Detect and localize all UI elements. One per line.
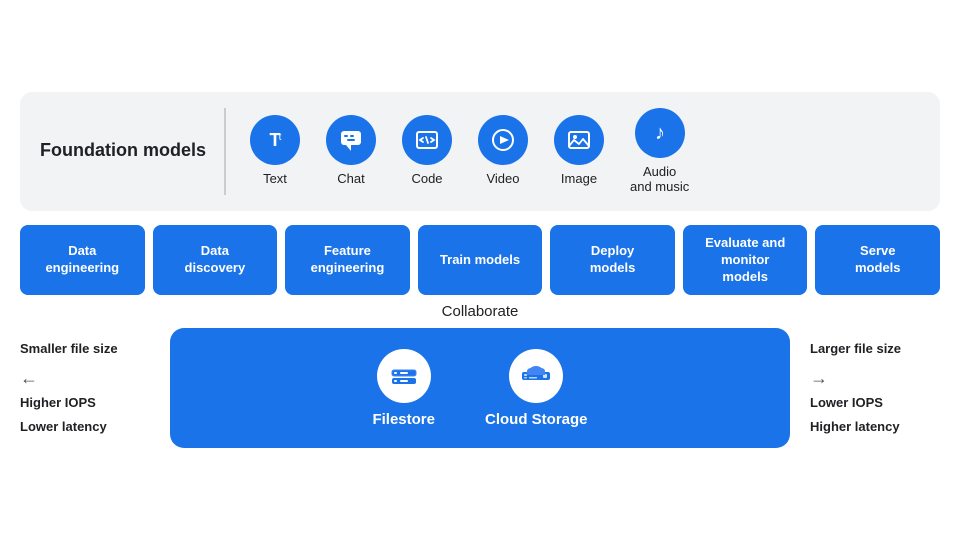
cloud-storage-label: Cloud Storage (485, 411, 588, 428)
svg-text:t: t (279, 132, 282, 143)
larger-file-size-label: Larger file size (810, 339, 901, 360)
icon-item-image: Image (554, 115, 604, 187)
cloud-storage-item: Cloud Storage (485, 349, 588, 428)
icon-item-video: Video (478, 115, 528, 187)
svg-text:♪: ♪ (655, 122, 665, 144)
icon-item-text: T t Text (250, 115, 300, 187)
pipeline-btn-data-discovery[interactable]: Datadiscovery (153, 225, 278, 296)
audio-label: Audio and music (630, 164, 689, 195)
pipeline-btn-serve-models[interactable]: Servemodels (815, 225, 940, 296)
icon-item-code: Code (402, 115, 452, 187)
main-diagram: Foundation models T t Text (20, 92, 940, 449)
icon-item-audio: ♪ Audio and music (630, 108, 689, 195)
filestore-label: Filestore (372, 411, 435, 428)
filestore-item: Filestore (372, 349, 435, 428)
foundation-icons: T t Text Chat (226, 108, 689, 195)
arrow-right-icon: → (810, 368, 828, 389)
pipeline-btn-data-engineering[interactable]: Dataengineering (20, 225, 145, 296)
filestore-icon (377, 349, 431, 403)
storage-section: Smaller file size ← Higher IOPS Lower la… (20, 328, 940, 448)
smaller-file-size-label: Smaller file size (20, 339, 150, 360)
pipeline-btn-evaluate-monitor[interactable]: Evaluate andmonitor models (683, 225, 808, 296)
chat-icon (326, 115, 376, 165)
higher-iops-label: Higher IOPS (20, 393, 150, 414)
chat-label: Chat (337, 171, 364, 187)
pipeline-btn-train-models[interactable]: Train models (418, 225, 543, 296)
storage-left-labels: Smaller file size ← Higher IOPS Lower la… (20, 339, 150, 438)
image-label: Image (561, 171, 597, 187)
pipeline-btn-deploy-models[interactable]: Deploymodels (550, 225, 675, 296)
image-icon (554, 115, 604, 165)
audio-icon: ♪ (635, 108, 685, 158)
text-label: Text (263, 171, 287, 187)
arrow-left-icon: ← (20, 368, 38, 389)
video-label: Video (486, 171, 519, 187)
code-icon (402, 115, 452, 165)
pipeline-btn-feature-engineering[interactable]: Featureengineering (285, 225, 410, 296)
cloud-storage-icon (509, 349, 563, 403)
storage-box: Filestore (170, 328, 790, 448)
code-label: Code (411, 171, 442, 187)
text-icon: T t (250, 115, 300, 165)
storage-right-labels: Larger file size → Lower IOPS Higher lat… (810, 339, 940, 438)
left-arrow: ← (20, 368, 150, 389)
lower-latency-label: Lower latency (20, 417, 150, 438)
collaborate-label: Collaborate (20, 303, 940, 320)
pipeline-row: Dataengineering Datadiscovery Featureeng… (20, 225, 940, 296)
lower-iops-label: Lower IOPS (810, 393, 883, 414)
foundation-row: Foundation models T t Text (20, 92, 940, 211)
video-icon (478, 115, 528, 165)
right-arrow: → (810, 368, 828, 389)
icon-item-chat: Chat (326, 115, 376, 187)
higher-latency-label: Higher latency (810, 417, 900, 438)
foundation-title: Foundation models (40, 108, 226, 195)
